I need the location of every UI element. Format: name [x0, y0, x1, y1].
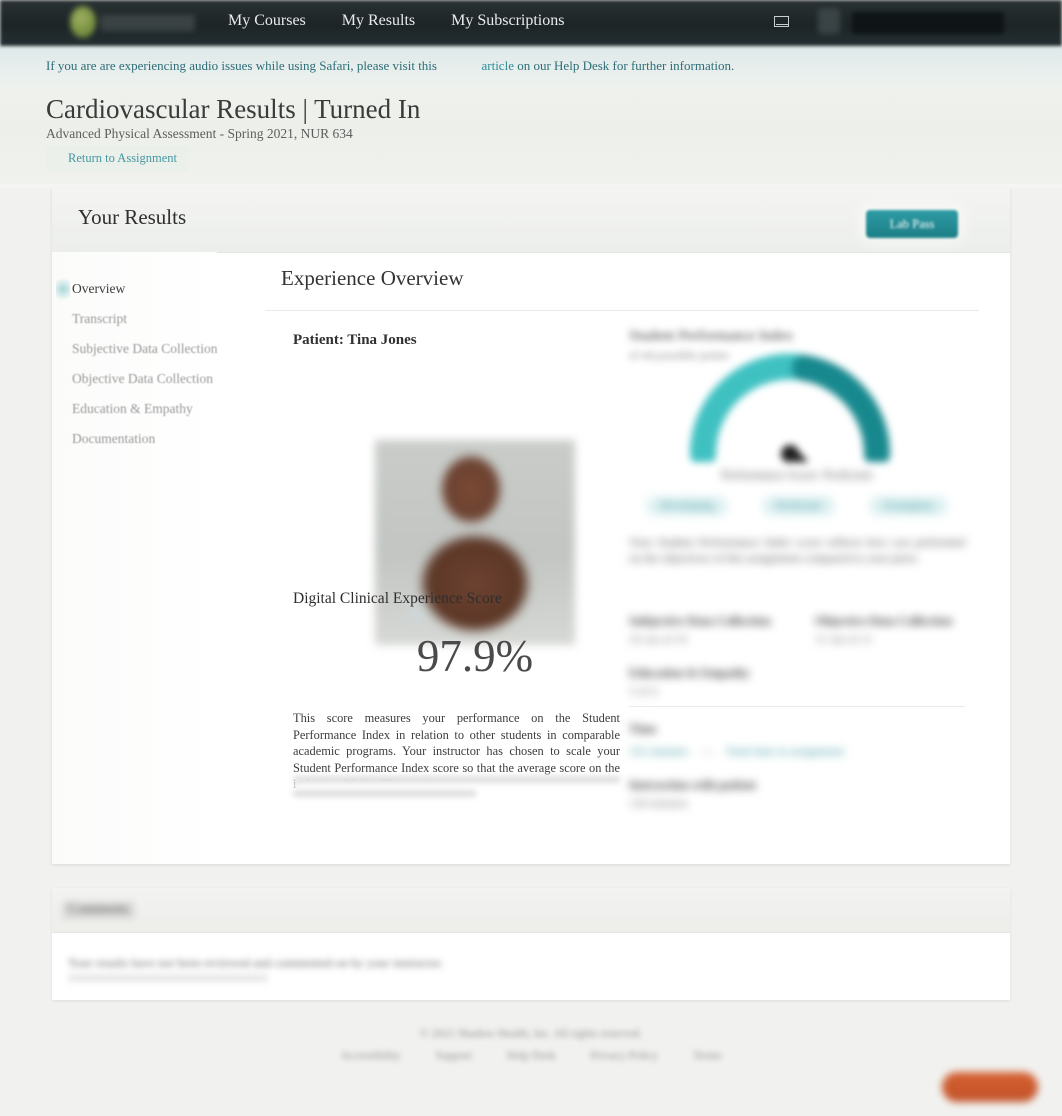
- return-to-assignment-button[interactable]: Return to Assignment: [46, 146, 190, 171]
- performance-gauge: [685, 350, 895, 462]
- stat-value: 11 out of 11: [815, 632, 873, 646]
- page-footer: © 2021 Shadow Health, Inc. All rights re…: [0, 1010, 1062, 1090]
- stat-title: Subjective Data Collection: [629, 614, 771, 628]
- spi-divider: [629, 706, 965, 707]
- spi-title: Student Performance Index: [629, 328, 794, 344]
- lab-pass-button[interactable]: Lab Pass: [866, 210, 958, 238]
- sidebar-item-label: Documentation: [72, 431, 156, 446]
- search-input[interactable]: [852, 12, 1004, 34]
- stat-value: 3 of 4: [629, 684, 657, 698]
- stat-time-total: 152 minutes: [629, 744, 688, 758]
- site-logo[interactable]: [62, 3, 202, 43]
- avatar[interactable]: [818, 8, 840, 34]
- student-performance-index-panel: Student Performance Index of 44 possible…: [617, 328, 977, 828]
- stat-title: Objective Data Collection: [815, 614, 953, 628]
- sidebar-item-education-empathy[interactable]: Education & Empathy: [52, 394, 217, 424]
- sidebar-item-transcript[interactable]: Transcript: [52, 304, 217, 334]
- footer-link-accessibility[interactable]: Accessibility: [341, 1050, 401, 1062]
- envelope-icon[interactable]: [774, 16, 789, 27]
- top-navbar-content: My Courses My Results My Subscriptions: [0, 0, 1062, 46]
- spi-description: Your Student Performance Index score ref…: [629, 535, 965, 565]
- footer-link-help-desk[interactable]: Help Desk: [507, 1050, 556, 1062]
- dce-score-label: Digital Clinical Experience Score: [293, 590, 502, 607]
- footer-link-privacy-policy[interactable]: Privacy Policy: [591, 1050, 658, 1062]
- footer-link-support[interactable]: Support: [436, 1050, 472, 1062]
- badge-proficient: Proficient: [761, 496, 836, 516]
- results-card: Your Results Lab Pass Overview Transcrip…: [52, 188, 1010, 864]
- stat-interaction-with-patient: Interaction with patient 130 minutes: [629, 778, 756, 811]
- patient-name-label: Patient: Tina Jones: [293, 332, 417, 348]
- comments-card-header: Comments: [52, 888, 1010, 933]
- stat-time-dash: —: [701, 744, 713, 758]
- stat-objective-data-collection: Objective Data Collection 11 out of 11: [815, 614, 952, 647]
- comments-card: Comments Your results have not been revi…: [52, 888, 1010, 1000]
- banner-text-after: on our Help Desk for further information…: [517, 58, 735, 73]
- results-card-header: Your Results Lab Pass: [52, 188, 1010, 253]
- page-title: Cardiovascular Results | Turned In: [46, 94, 421, 124]
- stat-subjective-data-collection: Subjective Data Collection 33 out of 33: [629, 614, 771, 647]
- sidebar-item-objective-data-collection[interactable]: Objective Data Collection: [52, 364, 217, 394]
- nav-link-my-results[interactable]: My Results: [342, 12, 415, 30]
- sidebar-item-label: Transcript: [72, 311, 128, 326]
- results-main-pane: Experience Overview Patient: Tina Jones …: [217, 252, 1010, 864]
- sidebar-item-overview[interactable]: Overview: [52, 274, 217, 304]
- dce-score-description-faded: [293, 776, 620, 804]
- footer-copyright: © 2021 Shadow Health, Inc. All rights re…: [419, 1028, 643, 1040]
- stat-title: Interaction with patient: [629, 778, 757, 792]
- gauge-caption: Performance Score: Proficient: [721, 468, 873, 482]
- badge-exemplary: Exemplary: [869, 496, 948, 516]
- experience-overview-title: Experience Overview: [281, 266, 464, 290]
- sidebar-item-label: Education & Empathy: [72, 401, 193, 416]
- comments-title: Comments: [62, 901, 135, 919]
- primary-nav: My Courses My Results My Subscriptions: [228, 12, 564, 30]
- nav-link-my-subscriptions[interactable]: My Subscriptions: [451, 12, 564, 30]
- audio-issue-banner-text: If you are are experiencing audio issues…: [46, 58, 734, 74]
- badge-developing: Developing: [646, 496, 728, 516]
- results-card-title: Your Results: [78, 205, 187, 229]
- sidebar-item-label: Objective Data Collection: [72, 371, 213, 386]
- sidebar-item-label: Overview: [72, 281, 126, 296]
- leaf-icon: [70, 6, 96, 38]
- footer-links: Accessibility Support Help Desk Privacy …: [0, 1050, 1062, 1062]
- stat-title: Time: [629, 722, 657, 736]
- banner-text-before: If you are are experiencing audio issues…: [46, 58, 437, 73]
- footer-link-terms[interactable]: Terms: [693, 1050, 722, 1062]
- results-sidebar: Overview Transcript Subjective Data Coll…: [52, 252, 217, 864]
- page-subtitle: Advanced Physical Assessment - Spring 20…: [46, 126, 353, 141]
- help-floating-button[interactable]: [942, 1072, 1038, 1102]
- sidebar-item-label: Subjective Data Collection: [72, 341, 218, 356]
- stat-title: Education & Empathy: [629, 666, 750, 680]
- stat-education-empathy: Education & Empathy 3 of 4: [629, 666, 750, 699]
- comments-body-text-continuation: [68, 974, 268, 982]
- section-divider: [265, 310, 979, 311]
- banner-article-link[interactable]: article: [481, 58, 513, 73]
- stat-time: Time: [629, 722, 657, 737]
- sidebar-item-documentation[interactable]: Documentation: [52, 424, 217, 454]
- comments-body-text: Your results have not been reviewed and …: [68, 956, 444, 970]
- logo-wordmark: [100, 15, 195, 31]
- stat-value: 33 out of 33: [629, 632, 688, 646]
- performance-badges: Developing Proficient Exemplary: [629, 496, 965, 516]
- nav-link-my-courses[interactable]: My Courses: [228, 12, 306, 30]
- stat-time-detail: 152 minutes — Total time in assignment: [629, 744, 844, 759]
- stat-time-description: Total time in assignment: [725, 744, 844, 758]
- sidebar-item-subjective-data-collection[interactable]: Subjective Data Collection: [52, 334, 217, 364]
- stat-value: 130 minutes: [629, 796, 688, 810]
- patient-photo: [375, 440, 575, 645]
